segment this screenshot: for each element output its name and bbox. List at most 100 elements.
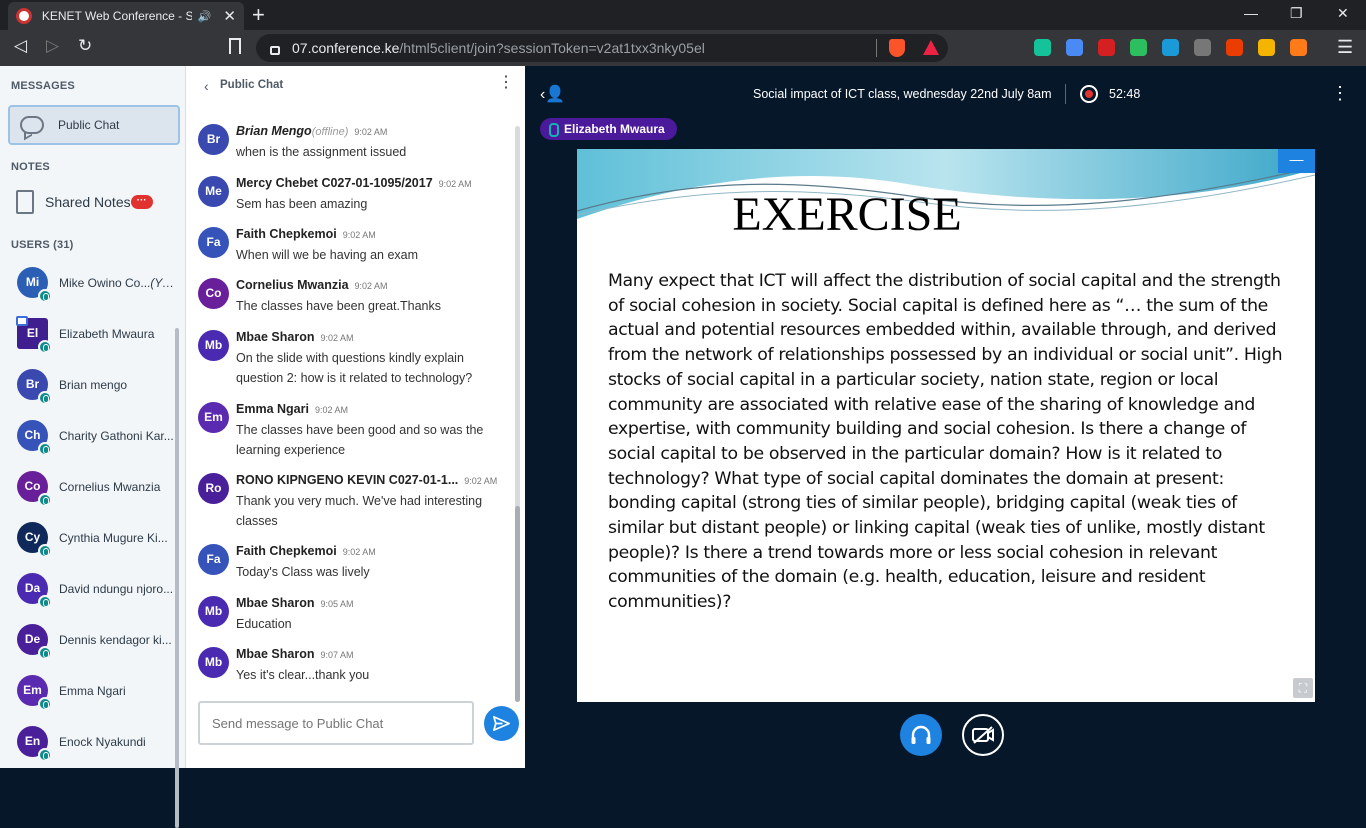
public-chat-item[interactable]: Public Chat — [8, 105, 180, 145]
message-header: RONO KIPNGENO KEVIN C027-01-1... 9:02 AM — [236, 471, 497, 489]
user-list-item[interactable]: Em Emma Ngari — [0, 670, 176, 721]
omnibox-divider — [876, 39, 877, 57]
you-label: (You) — [150, 276, 176, 290]
tab-close-icon[interactable]: ✕ — [223, 7, 236, 25]
user-name: Brian mengo — [59, 378, 176, 392]
slide-title: EXERCISE — [732, 188, 962, 241]
message-time: 9:02 AM — [342, 230, 376, 240]
sender-name: Mbae Sharon — [236, 330, 315, 344]
message-header: Mbae Sharon 9:07 AM — [236, 645, 354, 663]
kenet-favicon-icon — [16, 8, 32, 24]
message-header: Faith Chepkemoi 9:02 AM — [236, 542, 376, 560]
avatar: Em — [198, 402, 229, 433]
message-header: Mbae Sharon 9:02 AM — [236, 328, 354, 346]
forward-button[interactable]: ▷ — [46, 36, 59, 56]
sender-name: Cornelius Mwanzia — [236, 278, 349, 292]
send-icon — [493, 715, 510, 732]
fox-icon[interactable] — [1290, 39, 1307, 56]
recording-icon[interactable] — [1080, 85, 1098, 103]
message-header: Cornelius Mwanzia 9:02 AM — [236, 276, 388, 294]
user-list-item[interactable]: Br Brian mengo — [0, 364, 176, 415]
chat-message-input[interactable] — [198, 701, 474, 745]
microphone-status-icon — [38, 442, 52, 456]
user-name: Cynthia Mugure Ki... — [59, 531, 176, 545]
notes-section-label: NOTES — [11, 161, 50, 173]
reload-button[interactable]: ↻ — [78, 36, 92, 56]
url-host: 07.conference.ke — [292, 40, 400, 56]
user-name-text: Enock Nyakundi — [59, 735, 146, 749]
drive-icon[interactable] — [1258, 39, 1275, 56]
user-name: Charity Gathoni Kar... — [59, 429, 176, 443]
user-name: Dennis kendagor ki... — [59, 633, 176, 647]
user-name: David ndungu njoro... — [59, 582, 176, 596]
user-name-text: Elizabeth Mwaura — [59, 327, 155, 341]
send-message-button[interactable] — [484, 706, 519, 741]
address-bar[interactable]: 07.conference.ke/html5client/join?sessio… — [256, 34, 948, 62]
brave-rewards-icon[interactable] — [923, 40, 939, 55]
microphone-status-icon — [38, 391, 52, 405]
chat-message: Br Brian Mengo(offline) 9:02 AM when is the… — [186, 122, 516, 174]
user-name-text: Mike Owino Co... — [59, 276, 151, 290]
microphone-status-icon — [38, 697, 52, 711]
user-list-item[interactable]: El Elizabeth Mwaura — [0, 313, 176, 364]
lock-icon[interactable] — [270, 45, 280, 55]
chevron-left-icon[interactable]: ‹ — [204, 78, 209, 94]
microphone-status-icon — [38, 289, 52, 303]
browser-tab[interactable]: KENET Web Conference - Soci 🔊 ✕ — [8, 2, 244, 30]
microphone-status-icon — [38, 595, 52, 609]
user-list-panel: MESSAGES Public Chat NOTES Shared Notes … — [0, 66, 186, 828]
user-list-item[interactable]: MiMike Owino Co...(You) — [0, 262, 176, 313]
browser-menu-icon[interactable]: ☰ — [1337, 37, 1353, 58]
fullscreen-icon[interactable]: ⛶ — [1293, 678, 1313, 698]
chat-scroll-thumb[interactable] — [515, 506, 520, 702]
chat-options-icon[interactable]: ⋮ — [498, 75, 514, 91]
microphone-status-icon — [38, 748, 52, 762]
microphone-status-icon — [38, 493, 52, 507]
minimize-presentation-button[interactable]: — — [1278, 149, 1315, 173]
back-button[interactable]: ◁ — [14, 36, 27, 56]
user-list-item[interactable]: De Dennis kendagor ki... — [0, 619, 176, 670]
tab-title: KENET Web Conference - Soci — [41, 9, 192, 23]
audio-button[interactable] — [900, 714, 942, 756]
message-text: The classes have been good and so was th… — [236, 423, 484, 457]
new-tab-button[interactable]: + — [252, 3, 265, 27]
user-list-item[interactable]: Ch Charity Gathoni Kar... — [0, 415, 176, 466]
chat-bubble-icon — [20, 116, 44, 134]
message-header: Mbae Sharon 9:05 AM — [236, 594, 354, 612]
shared-notes-item[interactable]: Shared Notes ··· — [16, 190, 153, 214]
talking-indicator[interactable]: Elizabeth Mwaura — [540, 118, 677, 140]
minimize-window-button[interactable]: — — [1244, 5, 1258, 21]
restore-window-button[interactable]: ❐ — [1290, 5, 1303, 22]
chat-message: Me Mercy Chebet C027-01-1095/2017 9:02 AM S… — [186, 174, 516, 225]
user-list-scrollbar[interactable] — [175, 328, 179, 828]
user-name-text: Emma Ngari — [59, 684, 126, 698]
evernote-icon[interactable] — [1130, 39, 1147, 56]
close-window-button[interactable]: ✕ — [1337, 5, 1349, 22]
user-list-item[interactable]: Cy Cynthia Mugure Ki... — [0, 517, 176, 568]
offline-label: (offline) — [311, 126, 349, 138]
avatar: Mb — [198, 647, 229, 678]
extension-badge-icon[interactable] — [1162, 39, 1179, 56]
options-menu-icon[interactable]: ⋮ — [1331, 84, 1349, 102]
translate-icon[interactable] — [1066, 39, 1083, 56]
chat-title[interactable]: Public Chat — [220, 79, 283, 91]
user-name: Elizabeth Mwaura — [59, 327, 176, 341]
grammarly-icon[interactable] — [1034, 39, 1051, 56]
font-icon[interactable] — [1194, 39, 1211, 56]
toggle-user-list-icon[interactable]: ‹👤 — [540, 84, 565, 104]
headphones-icon — [911, 725, 931, 744]
messages-section-label: MESSAGES — [11, 80, 75, 92]
chat-message: Mb Mbae Sharon 9:05 AM Education — [186, 594, 516, 645]
user-list-item[interactable]: Co Cornelius Mwanzia — [0, 466, 176, 517]
message-time: 9:02 AM — [314, 405, 348, 415]
pdf-icon[interactable] — [1098, 39, 1115, 56]
avatar: Me — [198, 176, 229, 207]
microphone-status-icon — [38, 340, 52, 354]
office-icon[interactable] — [1226, 39, 1243, 56]
bookmark-icon[interactable] — [229, 38, 241, 54]
video-button[interactable] — [962, 714, 1004, 756]
brave-shield-icon[interactable] — [889, 39, 905, 57]
speaker-icon[interactable]: 🔊 — [198, 10, 212, 23]
user-list-item[interactable]: Da David ndungu njoro... — [0, 568, 176, 619]
user-list-item[interactable]: En Enock Nyakundi — [0, 721, 176, 772]
